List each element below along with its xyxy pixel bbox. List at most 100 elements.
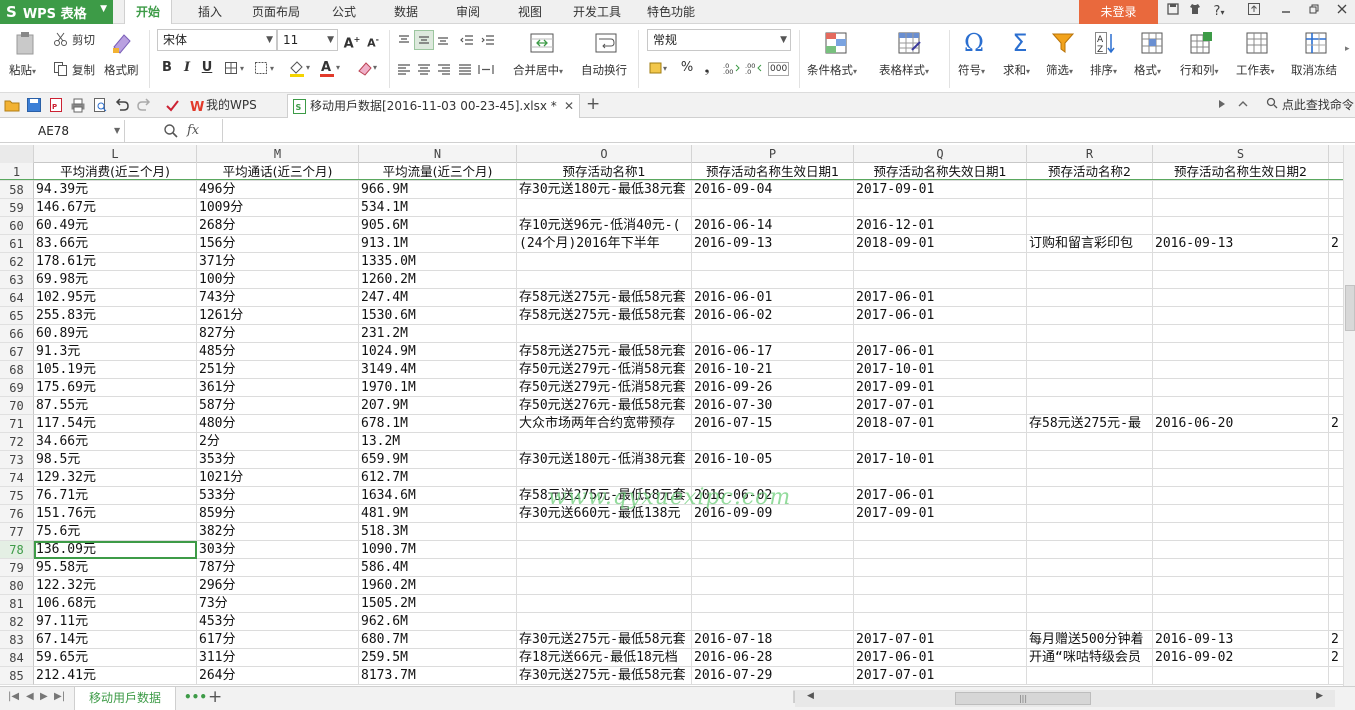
- table-style-icon[interactable]: [895, 29, 923, 57]
- cell-q[interactable]: 2017-07-01: [854, 667, 1027, 685]
- bold-button[interactable]: B: [159, 60, 175, 76]
- cell-o[interactable]: 存30元送180元-最低38元套: [517, 181, 692, 199]
- font-size-select[interactable]: 11 ▼: [277, 29, 338, 51]
- cell-q[interactable]: 2016-12-01: [854, 217, 1027, 235]
- formula-input[interactable]: [222, 119, 1355, 143]
- horizontal-scrollbar[interactable]: ◀ ||| ▶: [795, 690, 1335, 707]
- cell-q[interactable]: 2017-06-01: [854, 289, 1027, 307]
- open-folder-icon[interactable]: [4, 97, 20, 113]
- cell-l[interactable]: 178.61元: [34, 253, 197, 271]
- cell-m[interactable]: 251分: [197, 361, 359, 379]
- cell-n[interactable]: 1335.0M: [359, 253, 517, 271]
- prev-sheet-icon[interactable]: ◀: [26, 691, 34, 702]
- cell-n[interactable]: 1090.7M: [359, 541, 517, 559]
- cell-q[interactable]: [854, 595, 1027, 613]
- next-sheet-icon[interactable]: ▶: [40, 691, 48, 702]
- cell-m[interactable]: 533分: [197, 487, 359, 505]
- cell-l[interactable]: 69.98元: [34, 271, 197, 289]
- row-header[interactable]: 67: [0, 343, 34, 361]
- cell-l[interactable]: 117.54元: [34, 415, 197, 433]
- close-tab-icon[interactable]: ✕: [564, 95, 574, 117]
- cell-p[interactable]: 2016-06-17: [692, 343, 854, 361]
- cell-n[interactable]: 247.4M: [359, 289, 517, 307]
- rows-cols-button[interactable]: 行和列▾: [1180, 62, 1219, 78]
- sheet-tab-active[interactable]: 移动用戶数据: [74, 687, 176, 710]
- cell-s[interactable]: [1153, 613, 1329, 631]
- minimize-ribbon-icon[interactable]: [1237, 98, 1249, 113]
- sum-button[interactable]: 求和▾: [1003, 62, 1030, 78]
- minimize-icon[interactable]: [1275, 2, 1297, 22]
- cell-r[interactable]: [1027, 487, 1153, 505]
- cell-t[interactable]: [1329, 667, 1343, 685]
- cell-s[interactable]: [1153, 523, 1329, 541]
- cell-n[interactable]: 3149.4M: [359, 361, 517, 379]
- row-header[interactable]: 69: [0, 379, 34, 397]
- print-preview-icon[interactable]: [92, 97, 108, 113]
- clear-format-icon[interactable]: ▾: [355, 58, 381, 78]
- cell-o[interactable]: [517, 433, 692, 451]
- cell-q[interactable]: 2017-10-01: [854, 361, 1027, 379]
- column-header-m[interactable]: M: [197, 145, 359, 163]
- row-header[interactable]: 71: [0, 415, 34, 433]
- cell-p[interactable]: [692, 577, 854, 595]
- cell-t[interactable]: [1329, 487, 1343, 505]
- row-header[interactable]: 58: [0, 181, 34, 199]
- cell-o[interactable]: [517, 325, 692, 343]
- cell-q[interactable]: 2017-09-01: [854, 505, 1027, 523]
- cell-m[interactable]: 787分: [197, 559, 359, 577]
- command-search[interactable]: 点此查找命令: [1266, 96, 1355, 114]
- copy-icon[interactable]: [52, 60, 68, 76]
- increase-indent-icon[interactable]: [480, 32, 496, 48]
- cell-t[interactable]: [1329, 397, 1343, 415]
- cell-r[interactable]: [1027, 469, 1153, 487]
- add-sheet-button[interactable]: +: [208, 687, 222, 707]
- justify-icon[interactable]: [457, 61, 473, 77]
- cell-n[interactable]: 680.7M: [359, 631, 517, 649]
- cell-o[interactable]: [517, 541, 692, 559]
- cell-o[interactable]: [517, 271, 692, 289]
- cell-m[interactable]: 743分: [197, 289, 359, 307]
- row-header[interactable]: 65: [0, 307, 34, 325]
- cell-s[interactable]: [1153, 667, 1329, 685]
- row-header[interactable]: 60: [0, 217, 34, 235]
- column-header-q[interactable]: Q: [854, 145, 1027, 163]
- cell-p[interactable]: [692, 325, 854, 343]
- tab-insert[interactable]: 插入: [186, 0, 234, 24]
- wrap-text-icon[interactable]: [592, 30, 620, 56]
- cell-m[interactable]: 827分: [197, 325, 359, 343]
- cell-r[interactable]: [1027, 361, 1153, 379]
- cell-n[interactable]: 13.2M: [359, 433, 517, 451]
- cell-t[interactable]: 2: [1329, 649, 1343, 667]
- cell-m[interactable]: 296分: [197, 577, 359, 595]
- tab-formulas[interactable]: 公式: [322, 0, 366, 24]
- distribute-icon[interactable]: [477, 61, 495, 77]
- cell-m[interactable]: 361分: [197, 379, 359, 397]
- cell-l[interactable]: 146.67元: [34, 199, 197, 217]
- cell-m[interactable]: 617分: [197, 631, 359, 649]
- cell-p[interactable]: [692, 559, 854, 577]
- cell-s[interactable]: 2016-09-02: [1153, 649, 1329, 667]
- last-sheet-icon[interactable]: ▶|: [54, 691, 65, 702]
- cell-q[interactable]: [854, 433, 1027, 451]
- cell-t[interactable]: [1329, 595, 1343, 613]
- column-header-o[interactable]: O: [517, 145, 692, 163]
- format-painter-icon[interactable]: [109, 30, 135, 56]
- cell-s[interactable]: [1153, 433, 1329, 451]
- cell-r[interactable]: [1027, 523, 1153, 541]
- cell-r[interactable]: [1027, 307, 1153, 325]
- cell-r[interactable]: [1027, 217, 1153, 235]
- font-color-icon[interactable]: A ▾: [317, 58, 345, 78]
- cell-t[interactable]: [1329, 505, 1343, 523]
- fill-color-icon[interactable]: ▾: [287, 58, 315, 78]
- cell-p[interactable]: 2016-06-14: [692, 217, 854, 235]
- cell-o[interactable]: 存30元送275元-最低58元套: [517, 631, 692, 649]
- cell-l[interactable]: 136.09元: [34, 541, 197, 559]
- cell-s[interactable]: [1153, 541, 1329, 559]
- row-header[interactable]: 66: [0, 325, 34, 343]
- name-box[interactable]: AE78 ▼: [0, 120, 125, 142]
- cell-r[interactable]: 每月赠送500分钟着: [1027, 631, 1153, 649]
- cell-r[interactable]: [1027, 541, 1153, 559]
- cell-n[interactable]: 1960.2M: [359, 577, 517, 595]
- cell-t[interactable]: [1329, 361, 1343, 379]
- cell-t[interactable]: [1329, 217, 1343, 235]
